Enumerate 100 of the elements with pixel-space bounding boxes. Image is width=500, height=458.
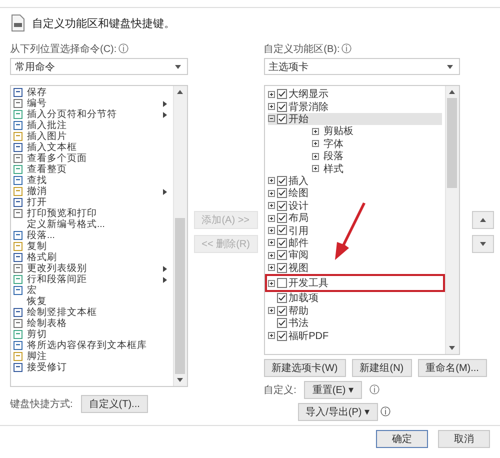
info-icon: ⓘ: [118, 42, 129, 54]
command-icon: [13, 275, 23, 284]
new-group-button[interactable]: 新建组(N): [352, 359, 412, 377]
command-item[interactable]: 打印预览和打印: [13, 208, 171, 219]
command-icon: [13, 143, 23, 152]
checkbox[interactable]: [276, 262, 287, 273]
command-icon: [13, 165, 23, 174]
caret-icon: [446, 64, 453, 68]
tree-item[interactable]: 大纲显示: [268, 88, 442, 100]
source-dropdown[interactable]: 常用命令: [10, 58, 188, 75]
expander-icon[interactable]: [268, 239, 275, 246]
tree-item[interactable]: 绘图: [268, 187, 442, 200]
expander-icon[interactable]: [268, 190, 275, 197]
command-item[interactable]: 剪切: [13, 329, 171, 340]
tree-item[interactable]: 布局: [268, 212, 442, 224]
command-item[interactable]: 插入批注: [13, 120, 171, 131]
checkbox[interactable]: [276, 176, 287, 186]
scrollbar[interactable]: [444, 86, 459, 354]
checkbox[interactable]: [276, 188, 287, 198]
expander-icon[interactable]: [268, 307, 275, 314]
command-item[interactable]: 将所选内容保存到文本框库: [13, 340, 171, 351]
cancel-button[interactable]: 取消: [438, 430, 490, 448]
command-item[interactable]: 段落...: [13, 230, 171, 241]
expander-icon[interactable]: [268, 264, 275, 272]
expander-icon[interactable]: [268, 226, 275, 234]
command-item[interactable]: 保存: [13, 87, 171, 98]
command-item[interactable]: 插入图片: [13, 131, 171, 142]
command-icon: [13, 176, 23, 185]
command-item[interactable]: 恢复: [13, 296, 171, 307]
checkbox[interactable]: [276, 250, 287, 260]
checkbox[interactable]: [276, 89, 287, 100]
customize-button[interactable]: 自定义(T)...: [80, 395, 148, 413]
tree-item[interactable]: 段落: [268, 150, 442, 162]
command-item[interactable]: 绘制竖排文本框: [13, 307, 171, 318]
move-up-button[interactable]: [472, 210, 494, 228]
expander-icon[interactable]: [268, 214, 275, 222]
command-item[interactable]: 查找: [13, 175, 171, 186]
scrollbar[interactable]: [172, 86, 187, 386]
move-down-button[interactable]: [472, 234, 494, 252]
expander-icon[interactable]: [268, 332, 275, 340]
command-item[interactable]: 打开: [13, 197, 171, 208]
tree-item[interactable]: 视图: [268, 261, 442, 274]
command-item[interactable]: 查看多个页面: [13, 153, 171, 164]
checkbox[interactable]: [276, 293, 287, 304]
command-item[interactable]: 绘制表格: [13, 318, 171, 329]
tree-item[interactable]: 书法: [268, 317, 442, 330]
command-item[interactable]: 插入文本框: [13, 142, 171, 153]
ok-button[interactable]: 确定: [376, 430, 428, 448]
expander-icon[interactable]: [268, 280, 275, 287]
expander-icon[interactable]: [268, 252, 275, 259]
tree-item[interactable]: 帮助: [268, 304, 442, 318]
checkbox[interactable]: [276, 200, 287, 211]
checkbox[interactable]: [276, 238, 287, 248]
tree-item[interactable]: 字体: [268, 138, 442, 150]
checkbox[interactable]: [276, 318, 287, 328]
tree-item[interactable]: 加载项: [268, 292, 442, 305]
tree-item[interactable]: 邮件: [268, 236, 442, 250]
reset-button[interactable]: 重置(E) ▾: [304, 381, 362, 399]
command-item[interactable]: 编号: [13, 98, 171, 109]
command-item[interactable]: 更改列表级别: [13, 263, 171, 274]
tree-item[interactable]: 插入: [268, 174, 442, 188]
import-export-button[interactable]: 导入/导出(P) ▾: [298, 403, 378, 421]
command-item[interactable]: 行和段落间距: [13, 274, 171, 285]
command-icon: [13, 154, 23, 163]
checkbox[interactable]: [276, 330, 287, 341]
ribbon-dropdown[interactable]: 主选项卡: [264, 58, 460, 75]
expander-icon[interactable]: [268, 202, 275, 210]
checkbox[interactable]: [276, 278, 287, 288]
command-item[interactable]: 脚注: [13, 351, 171, 362]
expander-icon[interactable]: [268, 90, 275, 98]
command-item[interactable]: 查看整页: [13, 164, 171, 175]
checkbox[interactable]: [276, 213, 287, 224]
tree-item[interactable]: 引用: [268, 224, 442, 237]
expander-icon[interactable]: [268, 103, 275, 110]
tree-item[interactable]: 剪贴板: [268, 125, 442, 138]
checkbox[interactable]: [276, 114, 287, 124]
tree-item[interactable]: 开始: [268, 112, 442, 126]
scrollbar-thumb[interactable]: [447, 98, 458, 188]
tree-item[interactable]: 背景消除: [268, 100, 442, 113]
rename-button[interactable]: 重命名(M)...: [418, 359, 487, 377]
checkbox[interactable]: [276, 102, 287, 112]
command-icon: [13, 363, 23, 372]
expander-icon[interactable]: [268, 177, 275, 184]
command-item[interactable]: 插入分页符和分节符: [13, 109, 171, 120]
checkbox[interactable]: [276, 306, 287, 316]
command-item[interactable]: 定义新编号格式...: [13, 219, 171, 230]
command-item[interactable]: 宏: [13, 285, 171, 296]
command-item[interactable]: 接受修订: [13, 362, 171, 373]
tree-item[interactable]: 开发工具: [268, 276, 442, 290]
tree-item[interactable]: 设计: [268, 200, 442, 212]
scrollbar-thumb[interactable]: [175, 218, 186, 374]
command-item[interactable]: 撤消: [13, 186, 171, 197]
tree-item[interactable]: 审阅: [268, 249, 442, 262]
tree-item[interactable]: 样式: [268, 162, 442, 175]
command-item[interactable]: 复制: [13, 241, 171, 252]
command-item[interactable]: 格式刷: [13, 252, 171, 263]
expander-icon[interactable]: [268, 115, 275, 122]
checkbox[interactable]: [276, 225, 287, 236]
tree-item[interactable]: 福昕PDF: [268, 329, 442, 342]
new-tab-button[interactable]: 新建选项卡(W): [264, 359, 346, 377]
